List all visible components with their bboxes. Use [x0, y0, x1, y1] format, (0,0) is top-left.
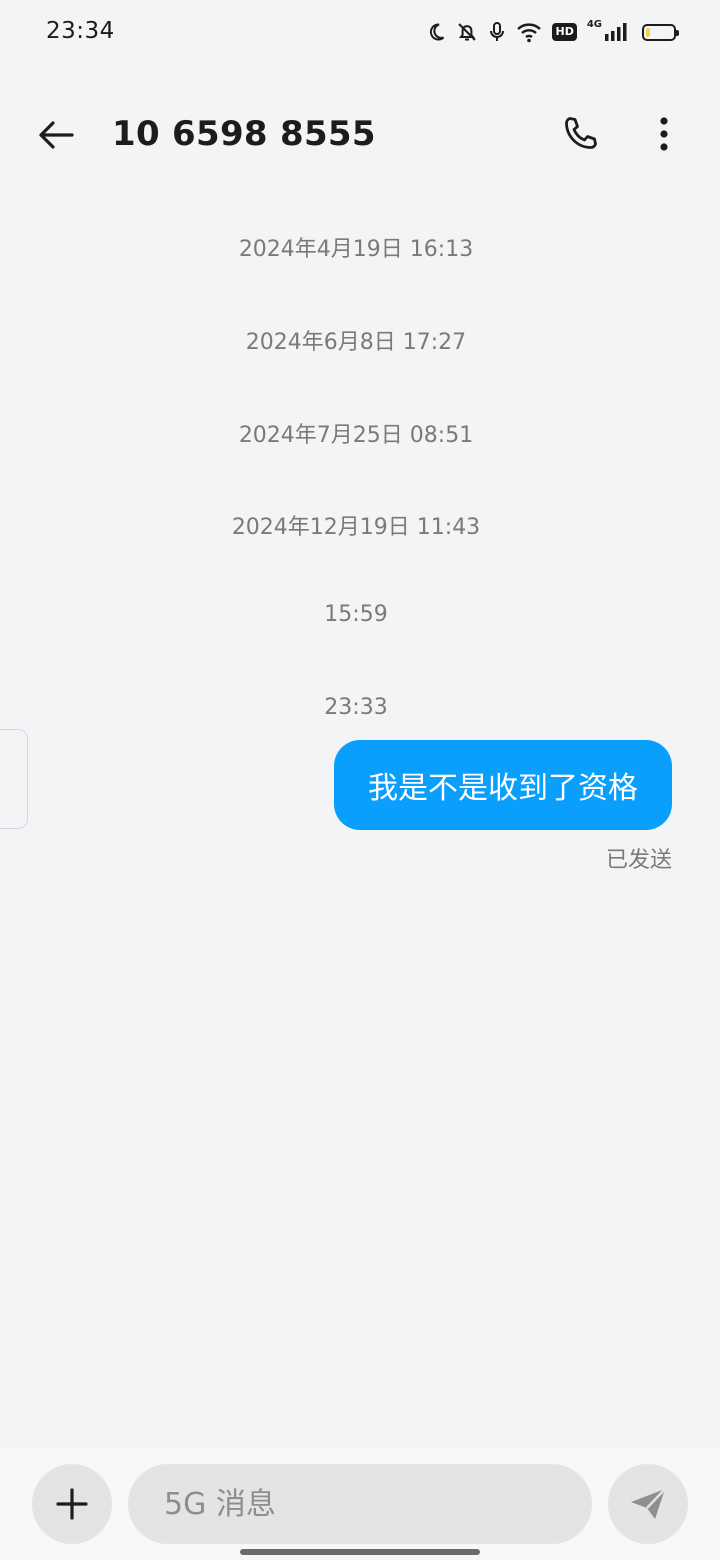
battery-icon	[642, 23, 679, 41]
bell-off-icon	[456, 21, 478, 43]
send-icon	[631, 1488, 666, 1519]
moon-icon	[426, 22, 446, 42]
message-status: 已发送	[605, 848, 672, 873]
network-type-label: 4G	[586, 19, 602, 30]
conversation-header: 10 6598 8555	[0, 96, 720, 174]
message-timestamp: 2024年4月19日 16:13	[238, 237, 474, 262]
mic-icon	[488, 21, 506, 43]
plus-icon	[56, 1488, 88, 1520]
wifi-icon	[516, 21, 542, 43]
message-timestamp: 2024年12月19日 11:43	[231, 515, 481, 540]
send-button[interactable]	[608, 1464, 688, 1544]
message-timestamp: 15:59	[324, 602, 388, 627]
phone-icon	[565, 117, 597, 149]
status-icons: HD 4G	[426, 18, 679, 46]
message-timestamp: 2024年6月8日 17:27	[245, 330, 467, 355]
side-panel-handle[interactable]	[0, 729, 28, 829]
hd-icon: HD	[552, 23, 577, 41]
battery-fill	[646, 27, 650, 37]
message-timestamp: 23:33	[324, 695, 388, 720]
status-bar: 23:34 HD 4G	[0, 0, 720, 64]
status-time: 23:34	[46, 18, 115, 44]
call-button[interactable]	[554, 108, 606, 160]
back-arrow-icon	[39, 121, 74, 149]
back-button[interactable]	[28, 110, 84, 160]
compose-bar	[0, 1448, 720, 1560]
message-input[interactable]	[128, 1464, 592, 1544]
more-options-button[interactable]	[640, 108, 688, 160]
sent-message-bubble[interactable]: 我是不是收到了资格	[334, 740, 672, 830]
add-attachment-button[interactable]	[32, 1464, 112, 1544]
signal-icon	[604, 21, 628, 43]
home-indicator[interactable]	[240, 1549, 480, 1555]
more-vertical-icon	[660, 117, 668, 151]
contact-title: 10 6598 8555	[112, 114, 376, 154]
message-timestamp: 2024年7月25日 08:51	[238, 423, 474, 448]
